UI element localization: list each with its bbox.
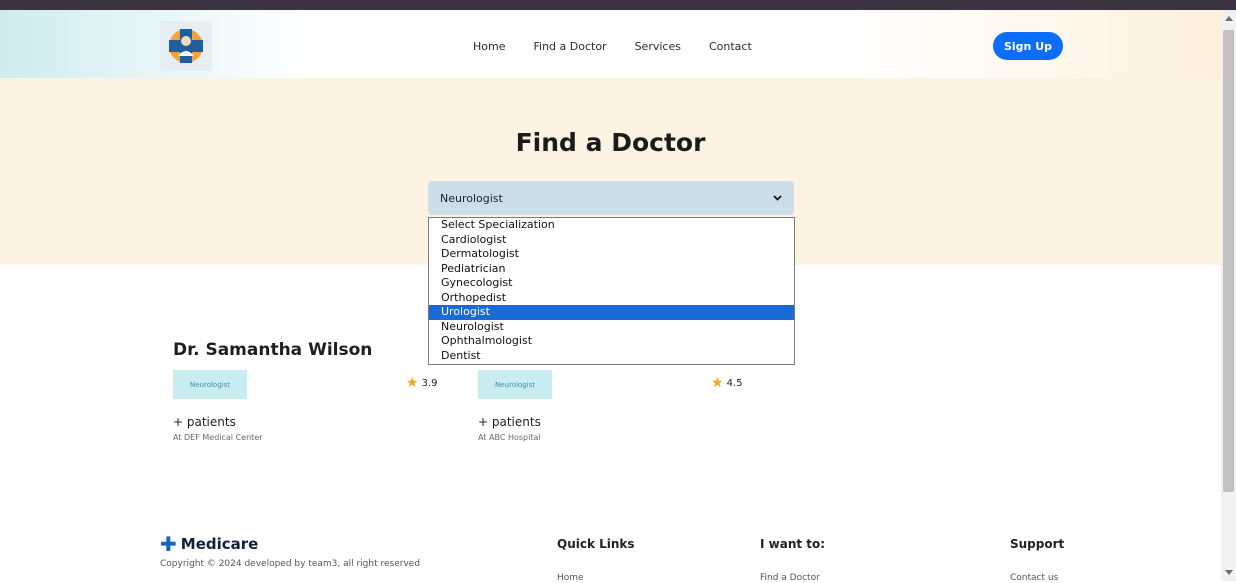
footer-column-quick-links: Quick Links Home <box>557 537 635 583</box>
footer-heading: I want to: <box>760 537 826 551</box>
option-orthopedist[interactable]: Orthopedist <box>429 291 794 306</box>
option-gynecologist[interactable]: Gynecologist <box>429 276 794 291</box>
scroll-down-arrow-icon[interactable] <box>1225 570 1233 575</box>
rating-value: 4.5 <box>726 377 743 389</box>
doctor-name: Dr. Samantha Wilson <box>173 340 373 360</box>
footer-heading: Support <box>1010 537 1065 551</box>
window-top-bar <box>0 0 1236 10</box>
footer-link-home[interactable]: Home <box>557 573 635 583</box>
doctor-location: At ABC Hospital <box>478 433 541 442</box>
option-neurologist[interactable]: Neurologist <box>429 320 794 335</box>
main-nav: Home Find a Doctor Services Contact <box>473 40 752 53</box>
specialization-dropdown-list: Select Specialization Cardiologist Derma… <box>428 217 795 365</box>
footer-column-support: Support Contact us <box>1010 537 1064 583</box>
specialization-badge: Neurologist <box>478 370 552 399</box>
option-select-specialization[interactable]: Select Specialization <box>429 218 794 233</box>
nav-contact[interactable]: Contact <box>709 40 752 53</box>
footer-brand-name: Medicare <box>180 535 259 553</box>
page-title: Find a Doctor <box>515 128 706 157</box>
option-pediatrician[interactable]: Pediatrician <box>429 262 794 277</box>
specialization-select[interactable]: Neurologist <box>428 181 794 215</box>
doctor-rating: ★ 4.5 <box>711 376 742 390</box>
footer-heading: Quick Links <box>557 537 635 551</box>
select-value: Neurologist <box>440 191 503 205</box>
sign-up-button[interactable]: Sign Up <box>993 32 1063 60</box>
chevron-down-icon <box>773 195 782 201</box>
doctor-card[interactable]: Dr. Samantha Wilson Neurologist ★ 3.9 + … <box>173 340 453 450</box>
star-icon: ★ <box>406 375 419 391</box>
rating-value: 3.9 <box>421 377 438 389</box>
footer-brand[interactable]: ✚ Medicare <box>160 532 259 556</box>
page-scrollbar[interactable] <box>1221 10 1236 581</box>
scroll-up-arrow-icon[interactable] <box>1225 16 1233 21</box>
doctor-cross-icon <box>169 29 203 63</box>
doctor-location: At DEF Medical Center <box>173 433 263 442</box>
footer-link-contact-us[interactable]: Contact us <box>1010 573 1064 583</box>
option-ophthalmologist[interactable]: Ophthalmologist <box>429 334 794 349</box>
site-header: Home Find a Doctor Services Contact Sign… <box>0 10 1221 78</box>
option-dermatologist[interactable]: Dermatologist <box>429 247 794 262</box>
footer-link-find-a-doctor[interactable]: Find a Doctor <box>760 573 825 583</box>
medicare-logo[interactable] <box>160 21 212 71</box>
specialization-badge: Neurologist <box>173 370 247 399</box>
plus-icon: ✚ <box>160 532 177 556</box>
star-icon: ★ <box>711 375 724 391</box>
nav-find-a-doctor[interactable]: Find a Doctor <box>533 40 606 53</box>
copyright-text: Copyright © 2024 developed by team3, all… <box>160 559 421 569</box>
option-cardiologist[interactable]: Cardiologist <box>429 233 794 248</box>
patients-count: + patients <box>173 415 236 429</box>
option-dentist[interactable]: Dentist <box>429 349 794 364</box>
scrollbar-thumb[interactable] <box>1223 30 1234 492</box>
option-urologist[interactable]: Urologist <box>429 305 794 320</box>
patients-count: + patients <box>478 415 541 429</box>
nav-services[interactable]: Services <box>635 40 681 53</box>
doctor-rating: ★ 3.9 <box>406 376 437 390</box>
nav-home[interactable]: Home <box>473 40 505 53</box>
footer-column-i-want-to: I want to: Find a Doctor <box>760 537 825 583</box>
